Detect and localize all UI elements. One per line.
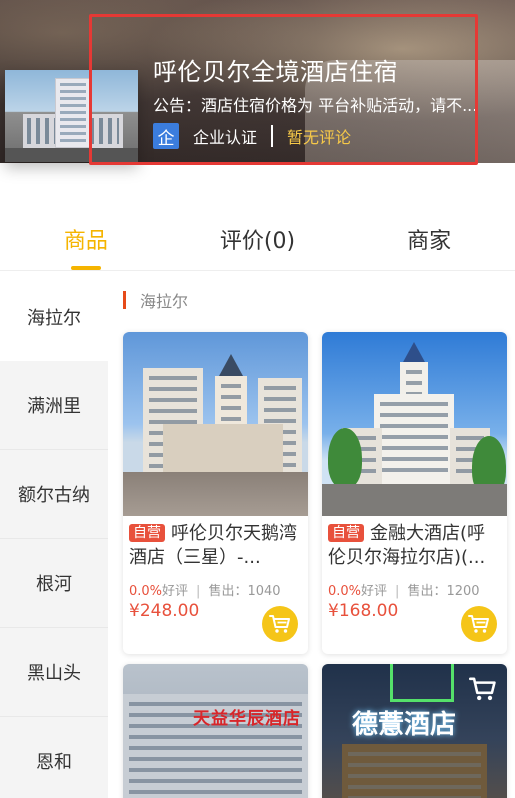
section-marker (123, 291, 126, 309)
tab-products[interactable]: 商品 (0, 205, 172, 270)
product-image[interactable] (123, 332, 308, 516)
hotel-sign-text: 德薏酒店 (352, 710, 457, 740)
rating-percent: 0.0% (328, 584, 362, 599)
cart-icon (468, 615, 489, 633)
self-operated-tag: 自营 (129, 524, 165, 542)
category-sidebar: 海拉尔 满洲里 额尔古纳 根河 黑山头 恩和 (0, 272, 108, 798)
rating-percent: 0.0% (129, 584, 163, 599)
sales-label: 售出： (208, 584, 248, 599)
product-meta: 0.0%好评 | 售出：1040 (129, 580, 302, 599)
product-card[interactable]: 自营 金融大酒店(呼伦贝尔海拉尔店)(... 0.0%好评 | 售出：1200 ¥16… (322, 332, 507, 654)
product-image[interactable] (322, 332, 507, 516)
highlight-frame (89, 14, 478, 165)
sales-count: 1040 (247, 584, 281, 599)
product-image[interactable]: 天益华辰酒店 (123, 664, 308, 798)
sidebar-item-genhe[interactable]: 根河 (0, 539, 108, 628)
hotel-sign-text: 天益华辰酒店 (193, 709, 301, 729)
product-name[interactable]: 自营 金融大酒店(呼伦贝尔海拉尔店)(... (328, 522, 501, 570)
rating-label: 好评 (162, 584, 189, 599)
sidebar-item-heishantou[interactable]: 黑山头 (0, 628, 108, 717)
sales-count: 1200 (446, 584, 480, 599)
product-image[interactable]: 德薏酒店 (322, 664, 507, 798)
tab-merchant[interactable]: 商家 (343, 205, 515, 270)
sales-label: 售出： (407, 584, 447, 599)
cart-icon (269, 615, 290, 633)
product-name[interactable]: 自营 呼伦贝尔天鹅湾酒店（三星）-... (129, 522, 302, 570)
meta-separator: | (395, 584, 400, 599)
sidebar-item-erguna[interactable]: 额尔古纳 (0, 450, 108, 539)
meta-separator: | (196, 584, 201, 599)
sidebar-item-hailar[interactable]: 海拉尔 (0, 272, 108, 361)
section-heading: 海拉尔 (123, 290, 189, 311)
sidebar-item-enhe[interactable]: 恩和 (0, 717, 108, 798)
product-meta: 0.0%好评 | 售出：1200 (328, 580, 501, 599)
tab-reviews[interactable]: 评价(0) (172, 205, 344, 270)
self-operated-tag: 自营 (328, 524, 364, 542)
neon-frame (390, 664, 454, 702)
product-card[interactable]: 天益华辰酒店 (123, 664, 308, 798)
cart-icon[interactable] (469, 676, 497, 702)
sidebar-item-manzhouli[interactable]: 满洲里 (0, 361, 108, 450)
store-tabs: 商品 评价(0) 商家 (0, 205, 515, 271)
thumb-building-tower (55, 78, 91, 148)
section-title: 海拉尔 (140, 292, 189, 311)
add-to-cart-button[interactable] (262, 606, 298, 642)
product-card[interactable]: 自营 呼伦贝尔天鹅湾酒店（三星）-... 0.0%好评 | 售出：1040 ¥248.… (123, 332, 308, 654)
rating-label: 好评 (361, 584, 388, 599)
add-to-cart-button[interactable] (461, 606, 497, 642)
product-card[interactable]: 德薏酒店 (322, 664, 507, 798)
